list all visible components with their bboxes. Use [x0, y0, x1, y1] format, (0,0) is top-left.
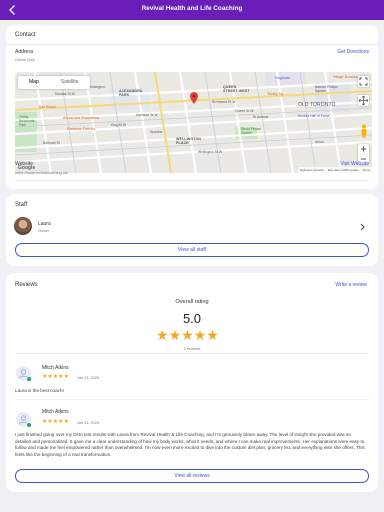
fullscreen-button[interactable] [358, 76, 369, 87]
star-icon: ★ [63, 419, 69, 425]
street-view-pegman-icon[interactable] [360, 124, 368, 138]
visit-website-link[interactable]: Visit Website [340, 161, 369, 167]
review-text: I just finished going over my DNA test r… [15, 432, 365, 457]
map-poi-bar-raval: Bar Raval [39, 105, 56, 109]
map-tab-map[interactable]: Map [18, 76, 50, 89]
map-label-david-pecaut: David Pecaut Square [241, 127, 262, 135]
top-bar: Revival Health and Life Coaching [0, 0, 384, 20]
address-label: Address [15, 49, 34, 55]
map-label-wellington-place: WELLINGTON PLACE [176, 137, 202, 145]
reviews-section-title: Reviews [15, 282, 38, 288]
map-label-adelaide-st-w: Adelaide St W [136, 113, 158, 117]
divider [15, 353, 369, 354]
overall-star-rating: ★ ★ ★ ★ ★ [156, 327, 219, 344]
contact-card: Contact Address Online Only Get Directio… [6, 25, 378, 189]
move-icon [358, 95, 369, 106]
star-icon: ★ [168, 327, 182, 343]
verified-check-icon [26, 422, 32, 428]
verified-check-icon [26, 376, 32, 382]
reviewer-avatar [16, 366, 32, 382]
map-poi-galleria: Yonge Dundas [333, 75, 358, 79]
page-title: Revival Health and Life Coaching [141, 5, 243, 12]
star-icon: ★ [193, 327, 207, 343]
map-view[interactable]: ALEXANDRA PARK QUEEN STREET WEST OLD TOR… [15, 72, 372, 173]
map-poi-trinity-sq: Trinity Sq. [267, 92, 285, 96]
map-label-kensington: Kensington [88, 85, 105, 89]
map-label-nathan: Nathan Phillips Square [315, 85, 338, 93]
map-label-bathurst: Bathurst St [43, 141, 60, 145]
map-label-old-toronto: OLD TORONTO [298, 102, 336, 108]
star-icon: ★ [63, 374, 69, 380]
website-url: https://www.revivalcoaching.ca/ [15, 171, 68, 175]
review-date: Jan 13, 2025 [77, 376, 99, 380]
map-label-union: Union [315, 140, 324, 144]
keyboard-shortcuts-link[interactable]: Keyboard shortcuts [300, 168, 324, 172]
map-poi-alexandra-shawarma: Alexandra Shawarma [63, 116, 100, 120]
map-label-richmond-st-w: Richmond St W [212, 100, 236, 104]
staff-member-role: Owner [38, 229, 50, 233]
map-poi-ttc: Osgoode [275, 76, 291, 80]
map-label-king-st-w: King St W [111, 123, 127, 127]
review-text: Laura is the best coach! [15, 388, 64, 393]
view-all-reviews-button[interactable]: View all reviews [15, 469, 369, 483]
staff-section-title: Staff [15, 202, 28, 208]
map-pan-control[interactable] [358, 95, 369, 106]
chevron-right-icon[interactable] [359, 223, 366, 231]
reviewer-avatar [16, 412, 32, 428]
map-label-st-andrew: St Andrew [253, 115, 269, 119]
website-label: Website [15, 161, 33, 167]
map-attribution: Keyboard shortcuts Map data ©2025 Google… [297, 167, 372, 173]
map-label-spadina: Spadina [150, 130, 163, 134]
avatar [14, 217, 32, 235]
terms-link[interactable]: Terms [362, 168, 370, 172]
fullscreen-icon [359, 77, 368, 86]
divider [6, 44, 378, 45]
divider [15, 399, 369, 400]
review-star-rating: ★ ★ ★ ★ ★ [42, 418, 69, 425]
map-label-dundas-st-w: Dundas St W [55, 92, 75, 96]
overall-rating-label: Overall rating [175, 299, 209, 305]
overall-rating-value: 5.0 [182, 311, 202, 326]
write-review-link[interactable]: Write a review [335, 282, 367, 288]
map-data-text: Map data ©2025 Google [327, 168, 359, 172]
map-poi-rainbow-fabrics: Rainbow Fabrics [67, 127, 96, 131]
star-icon: ★ [156, 327, 169, 343]
map-label-trinity: Trinity Bellwoods Park [19, 115, 35, 127]
view-all-staff-button[interactable]: View all staff [15, 243, 369, 257]
review-author: Mitch Atkins [42, 409, 69, 415]
map-label-wellington-st-w: Wellington St W [198, 150, 223, 154]
staff-member-name: Laura [38, 221, 51, 227]
map-label-hockey-hall: Hockey Hall of Fame [298, 114, 330, 118]
review-date: Jan 13, 2025 [77, 421, 99, 425]
map-label-queen-st-w: Queen St W [235, 109, 254, 113]
contact-section-title: Contact [15, 32, 36, 38]
star-icon: ★ [206, 327, 219, 343]
map-type-tabs: Map Satellite [18, 76, 90, 89]
review-author: Mitch Atkins [42, 365, 69, 371]
get-directions-link[interactable]: Get Directions [337, 49, 369, 55]
star-icon: ★ [181, 327, 194, 343]
map-label-queen-street-west: QUEEN STREET WEST [223, 85, 250, 93]
divider [15, 180, 369, 181]
reviews-card: Reviews Write a review [6, 273, 378, 492]
review-star-rating: ★ ★ ★ ★ ★ [42, 373, 69, 380]
map-label-alexandra-park: ALEXANDRA PARK [119, 89, 143, 97]
address-value: Online Only [15, 58, 35, 62]
review-count: 2 reviews [183, 346, 201, 351]
map-tab-satellite[interactable]: Satellite [50, 76, 90, 89]
